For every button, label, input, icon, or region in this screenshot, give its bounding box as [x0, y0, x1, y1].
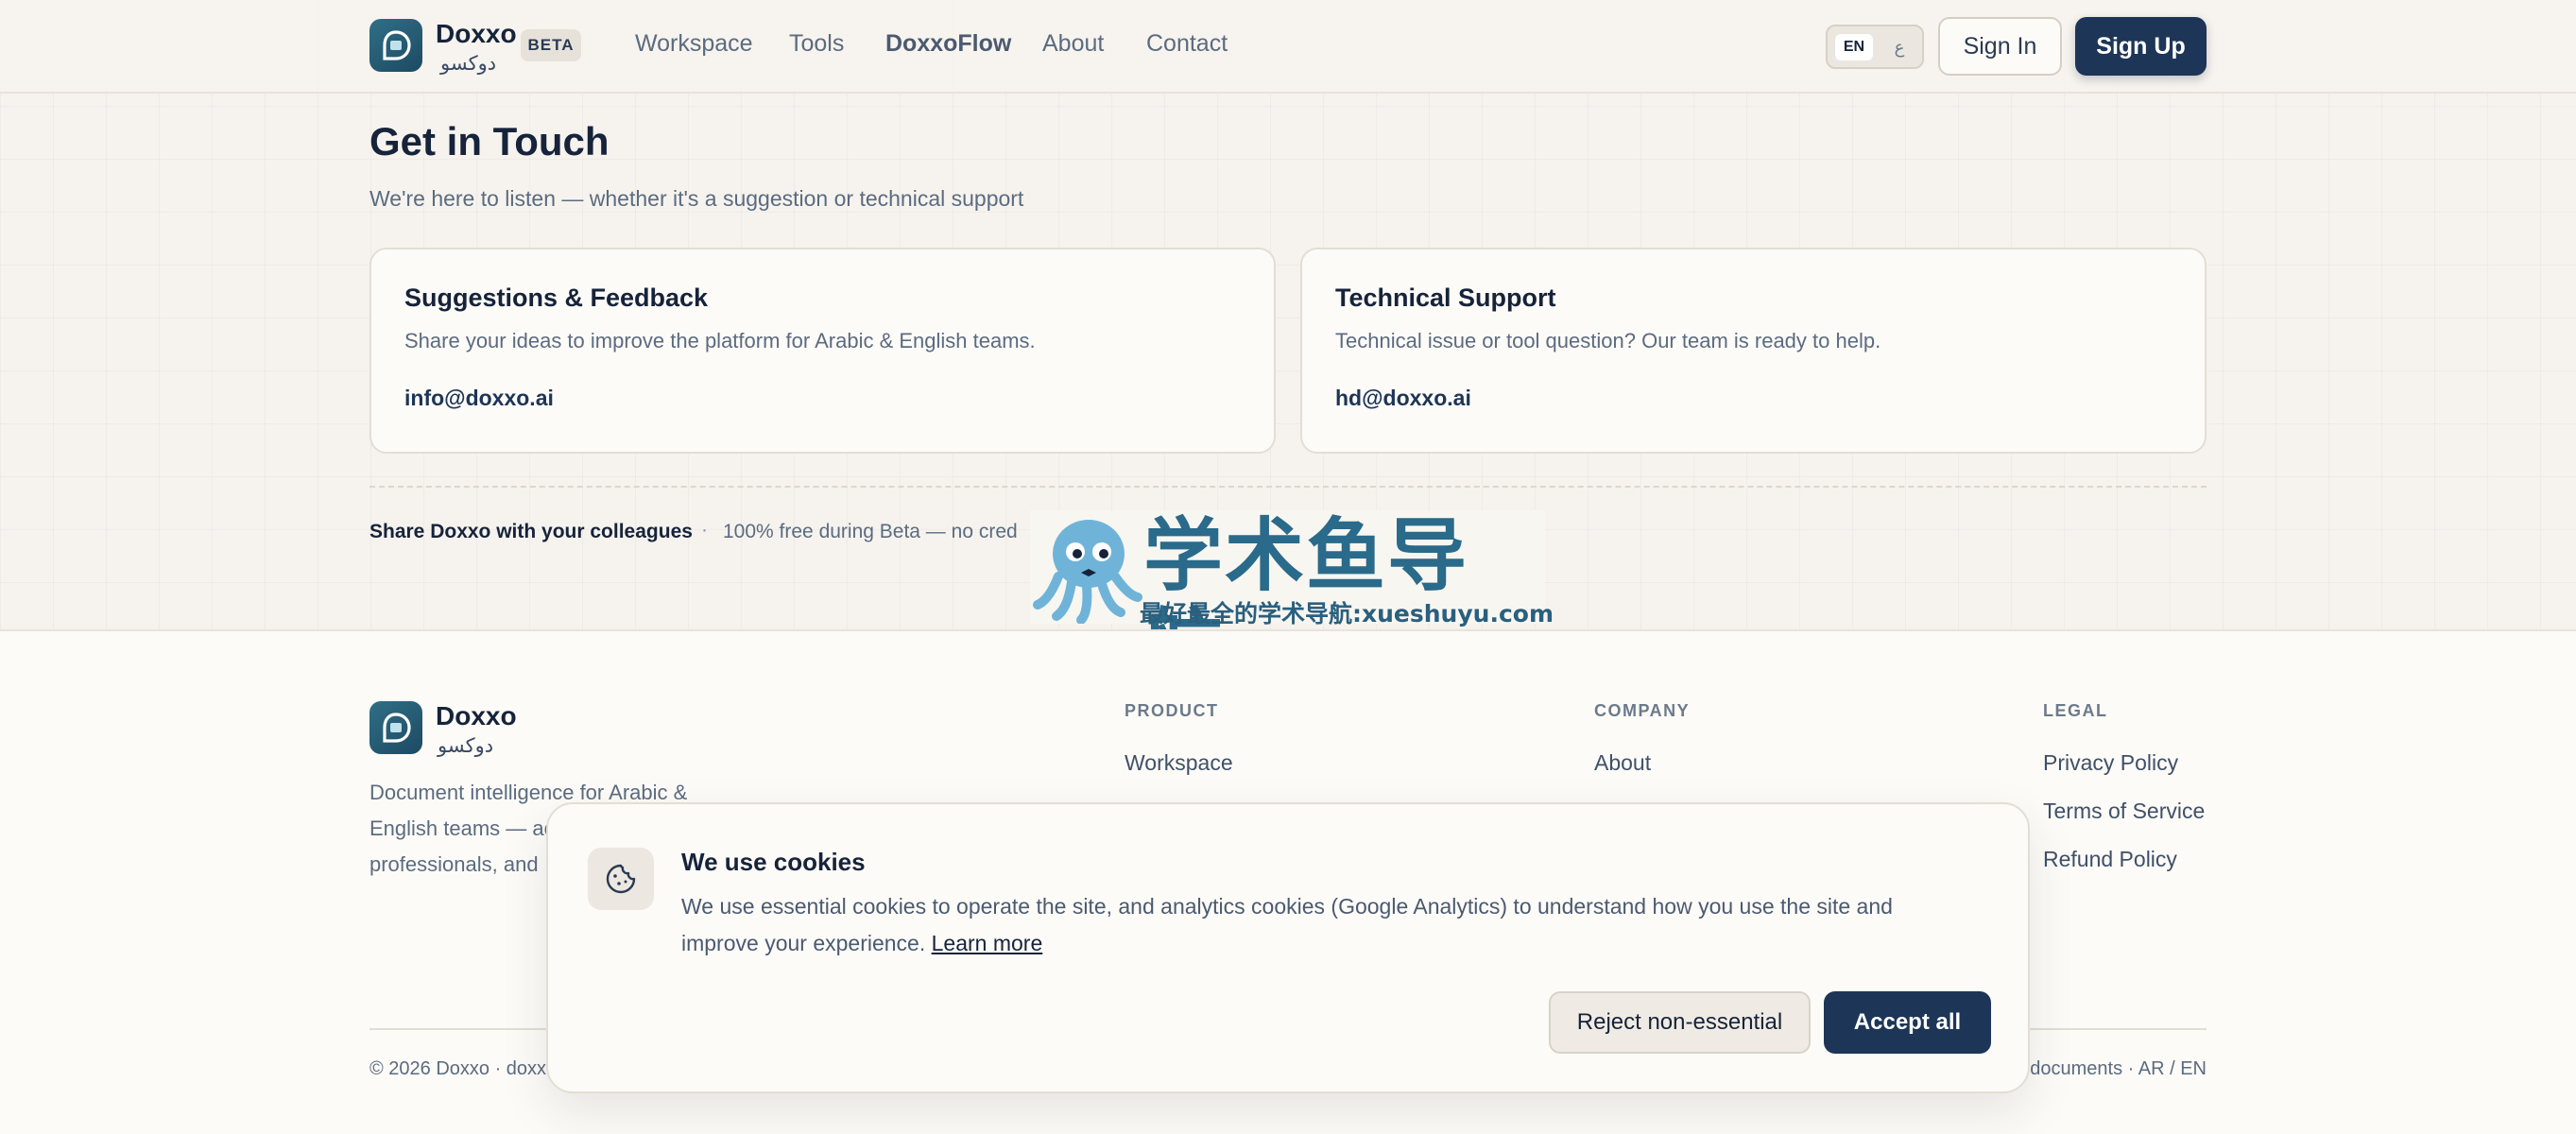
cookie-description: We use essential cookies to operate the … [681, 888, 1976, 962]
feedback-card: Suggestions & Feedback Share your ideas … [369, 248, 1276, 454]
learn-more-link[interactable]: Learn more [932, 931, 1043, 955]
footer-heading-product: PRODUCT [1125, 701, 1219, 720]
nav-link-doxxoflow[interactable]: DoxxoFlow [885, 30, 1011, 58]
sign-up-button[interactable]: Sign Up [2075, 17, 2207, 76]
footer-link-workspace[interactable]: Workspace [1125, 750, 1233, 776]
section-divider [369, 486, 2207, 488]
card-title: Technical Support [1335, 284, 1556, 312]
brand-name[interactable]: Doxxo [436, 19, 517, 49]
footer-meta-text: documents · AR / EN [2030, 1058, 2207, 1079]
cookie-title: We use cookies [681, 848, 866, 876]
nav-link-contact[interactable]: Contact [1146, 30, 1228, 58]
watermark-overlay: 学术鱼导航 最好最全的学术导航:xueshuyu.com [1030, 510, 1554, 692]
support-card: Technical Support Technical issue or too… [1300, 248, 2207, 454]
beta-badge: BETA [521, 29, 581, 61]
cookie-icon [588, 848, 654, 910]
language-toggle[interactable]: EN ع [1826, 25, 1924, 69]
cookie-text-body: We use essential cookies to operate the … [681, 894, 1893, 955]
brand-logo-icon[interactable] [369, 19, 422, 72]
watermark-subtitle: 最好最全的学术导航:xueshuyu.com [1140, 600, 1554, 627]
feedback-email-link[interactable]: info@doxxo.ai [404, 386, 554, 411]
footer-brand-arabic: دوكسو [438, 734, 494, 757]
nav-link-tools[interactable]: Tools [789, 30, 844, 58]
support-email-link[interactable]: hd@doxxo.ai [1335, 386, 1471, 411]
nav-link-about[interactable]: About [1042, 30, 1104, 58]
footer-brand-name: Doxxo [436, 701, 517, 730]
footer-link-refund[interactable]: Refund Policy [2043, 847, 2177, 872]
cookie-consent-banner: We use cookies We use essential cookies … [546, 802, 2030, 1093]
footer-link-privacy[interactable]: Privacy Policy [2043, 750, 2178, 776]
footer-heading-legal: LEGAL [2043, 701, 2108, 720]
nav-link-workspace[interactable]: Workspace [635, 30, 753, 58]
copyright-text: © 2026 Doxxo · doxxo [369, 1058, 558, 1079]
footer-heading-company: COMPANY [1594, 701, 1691, 720]
card-title: Suggestions & Feedback [404, 284, 709, 312]
reject-non-essential-button[interactable]: Reject non-essential [1549, 991, 1811, 1054]
octopus-mascot-icon [1033, 520, 1142, 624]
page-subtitle: We're here to listen — whether it's a su… [369, 186, 1024, 211]
lang-ar-option[interactable]: ع [1880, 34, 1918, 60]
card-description: Share your ideas to improve the platform… [404, 329, 1036, 352]
beta-free-text: 100% free during Beta — no cred [723, 521, 1018, 542]
share-label: Share Doxxo with your colleagues [369, 521, 693, 542]
footer-link-about[interactable]: About [1594, 750, 1651, 776]
footer-logo-icon[interactable] [369, 701, 422, 754]
top-navbar: Doxxo دوكسو BETA Workspace Tools DoxxoFl… [0, 0, 2576, 94]
footer-link-terms[interactable]: Terms of Service [2043, 799, 2205, 824]
accept-all-button[interactable]: Accept all [1824, 991, 1991, 1054]
sign-in-button[interactable]: Sign In [1938, 17, 2062, 76]
lang-en-option[interactable]: EN [1835, 34, 1873, 60]
brand-arabic-name: دوكسو [440, 52, 497, 75]
card-description: Technical issue or tool question? Our te… [1335, 329, 1881, 352]
separator-dot: · [701, 519, 708, 541]
page-title: Get in Touch [369, 119, 610, 163]
